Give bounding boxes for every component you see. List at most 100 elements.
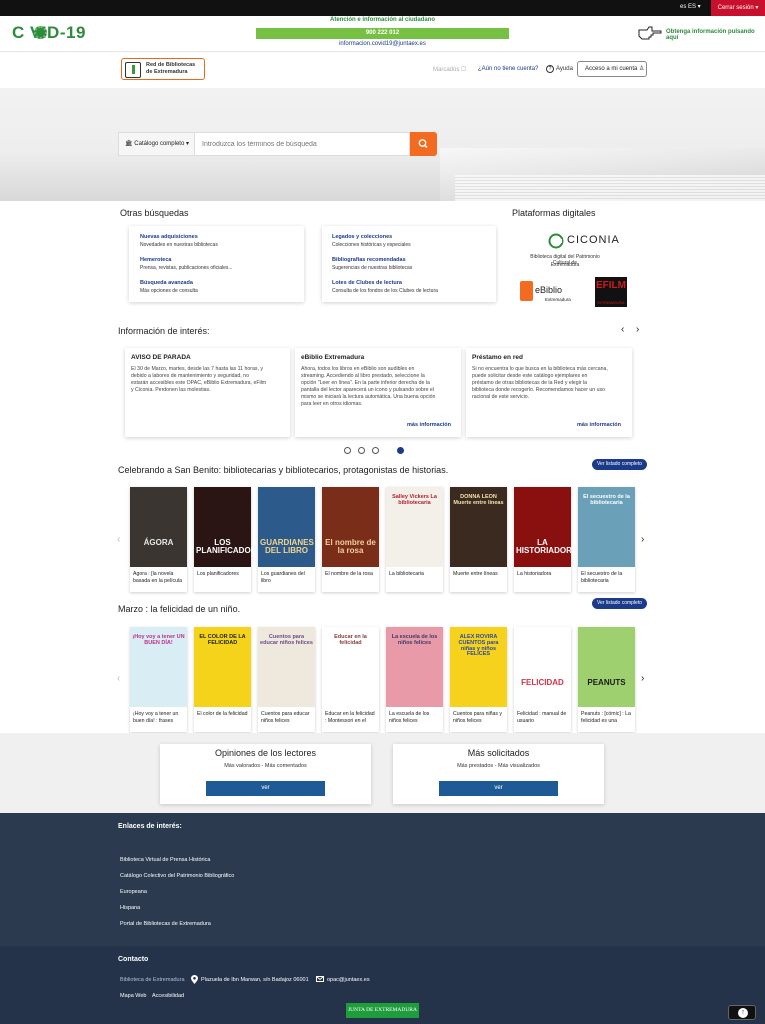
collections-link[interactable]: Legados y colecciones: [332, 234, 392, 240]
book-cover[interactable]: ¡Hoy voy a tener UN BUEN DÍA!: [130, 627, 187, 707]
book-cover[interactable]: EL COLOR DE LA FELICIDAD: [194, 627, 251, 707]
pointing-hand-icon[interactable]: [638, 26, 662, 40]
covid-logo[interactable]: C VID-19: [12, 23, 86, 43]
footer-link[interactable]: Portal de Bibliotecas de Extremadura: [120, 921, 211, 927]
book-card[interactable]: Cuentos para educar niños felices Cuentos…: [258, 627, 315, 732]
book-title[interactable]: Muerte entre líneas: [453, 571, 505, 578]
book-card[interactable]: La escuela de los niños felices La escuel…: [386, 627, 443, 732]
shelf-prev-arrow[interactable]: ‹: [117, 673, 120, 684]
back-to-top-button[interactable]: ↑: [728, 1005, 756, 1020]
efilm-logo[interactable]: EFILM EXTREMADURA: [595, 277, 627, 307]
book-card[interactable]: ALEX ROVIRA CUENTOS para niñas y niños F…: [450, 627, 507, 732]
shelf-next-arrow[interactable]: ›: [641, 534, 644, 545]
book-title[interactable]: La escuela de los niños felices: [389, 711, 441, 725]
most-requested-view-button[interactable]: ver: [439, 781, 558, 796]
help-icon[interactable]: ?: [546, 65, 554, 73]
logout-button[interactable]: Cerrar sesión ▾: [711, 0, 765, 16]
carousel-dot[interactable]: [372, 447, 379, 454]
reading-clubs-link[interactable]: Lotes de Clubes de lectura: [332, 280, 402, 286]
book-cover[interactable]: Salley Vickers La bibliotecaria: [386, 487, 443, 567]
book-cover[interactable]: Cuentos para educar niños felices: [258, 627, 315, 707]
most-requested-subtitle[interactable]: Más prestados - Más visualizados: [393, 763, 604, 769]
book-cover[interactable]: El secuestro de la bibliotecaria: [578, 487, 635, 567]
advanced-search-link[interactable]: Búsqueda avanzada: [140, 280, 193, 286]
book-cover[interactable]: ALEX ROVIRA CUENTOS para niñas y niños F…: [450, 627, 507, 707]
book-card[interactable]: ¡Hoy voy a tener UN BUEN DÍA! ¡Hoy voy a …: [130, 627, 187, 732]
book-cover[interactable]: ÁGORA: [130, 487, 187, 567]
book-cover[interactable]: LOS PLANIFICADORES: [194, 487, 267, 567]
book-title[interactable]: Felicidad : manual de usuario: [517, 711, 569, 725]
book-title[interactable]: Los guardianes del libro: [261, 571, 313, 585]
carousel-dot-active[interactable]: [397, 447, 404, 454]
footer-link[interactable]: Catálogo Colectivo del Patrimonio Biblio…: [120, 873, 234, 879]
book-cover[interactable]: El nombre de la rosa: [322, 487, 379, 567]
book-title[interactable]: La historiadora: [517, 571, 569, 578]
contact-email-link[interactable]: opac@juntaex.es: [327, 977, 370, 983]
carousel-dot[interactable]: [358, 447, 365, 454]
account-login-button[interactable]: Acceso a mi cuenta ♙: [577, 61, 647, 77]
opinions-view-button[interactable]: ver: [206, 781, 325, 796]
book-cover[interactable]: PEANUTS: [578, 627, 635, 707]
language-selector[interactable]: es ES ▾: [680, 3, 701, 10]
catalog-select[interactable]: 🏛 Catálogo completo ▾: [118, 132, 195, 156]
book-title[interactable]: ¡Hoy voy a tener un buen día! : frases: [133, 711, 185, 725]
book-title[interactable]: El color de la felicidad: [197, 711, 249, 718]
book-title[interactable]: Agora : [la novela basada en la película: [133, 571, 185, 585]
shelf-prev-arrow[interactable]: ‹: [117, 534, 120, 545]
ciconia-link[interactable]: CICONIA: [567, 234, 620, 246]
covid-phone[interactable]: 900 222 012: [256, 28, 509, 39]
book-title[interactable]: Educar en la felicidad : Montessori en e…: [325, 711, 377, 725]
view-full-list-button[interactable]: Ver listado completo: [592, 459, 647, 470]
book-cover[interactable]: LA HISTORIADORA: [514, 487, 578, 567]
book-title[interactable]: La bibliotecaria: [389, 571, 441, 578]
accessibility-link[interactable]: Accesibilidad: [152, 993, 184, 999]
book-cover[interactable]: DONNA LEON Muerte entre líneas: [450, 487, 507, 567]
book-card[interactable]: Educar en la felicidad Educar en la felic…: [322, 627, 379, 732]
search-button[interactable]: [410, 132, 437, 156]
book-card[interactable]: Salley Vickers La bibliotecaria La biblio…: [386, 487, 443, 592]
book-card[interactable]: LOS PLANIFICADORES Los planificadores: [194, 487, 267, 592]
news-next-arrow[interactable]: ›: [636, 324, 639, 335]
covid-info-link[interactable]: Obtenga información pulsando aquí: [666, 29, 765, 41]
news-more-link[interactable]: más información: [577, 422, 621, 428]
news-prev-arrow[interactable]: ‹: [621, 324, 624, 335]
book-title[interactable]: Peanuts : [cómic] : La felicidad es una: [581, 711, 633, 725]
book-title[interactable]: Cuentos para educar niños felices: [261, 711, 313, 725]
book-card[interactable]: GUARDIANES DEL LIBRO Los guardianes del l…: [258, 487, 315, 592]
newspaper-archive-link[interactable]: Hemeroteca: [140, 257, 172, 263]
view-full-list-button[interactable]: Ver listado completo: [592, 598, 647, 609]
shelf-next-arrow[interactable]: ›: [641, 673, 644, 684]
footer-link[interactable]: Biblioteca Virtual de Prensa Histórica: [120, 857, 210, 863]
book-card[interactable]: PEANUTS Peanuts : [cómic] : La felicidad …: [578, 627, 635, 732]
help-link[interactable]: Ayuda: [556, 66, 573, 72]
register-link[interactable]: ¿Aún no tiene cuenta?: [478, 66, 538, 72]
book-card[interactable]: LA HISTORIADORA La historiadora: [514, 487, 578, 592]
book-card[interactable]: ÁGORA Agora : [la novela basada en la pel…: [130, 487, 187, 592]
book-cover[interactable]: GUARDIANES DEL LIBRO: [258, 487, 315, 567]
book-card[interactable]: El secuestro de la bibliotecaria El secue…: [578, 487, 635, 592]
sitemap-link[interactable]: Mapa Web: [120, 993, 147, 999]
book-card[interactable]: El nombre de la rosa El nombre de la rosa: [322, 487, 379, 592]
book-card[interactable]: FELICIDAD Felicidad : manual de usuario: [514, 627, 571, 732]
new-acquisitions-link[interactable]: Nuevas adquisiciones: [140, 234, 198, 240]
carousel-dot[interactable]: [344, 447, 351, 454]
book-title[interactable]: Los planificadores: [197, 571, 249, 578]
book-cover[interactable]: Educar en la felicidad: [322, 627, 379, 707]
ebiblio-link[interactable]: eBiblio: [535, 285, 562, 295]
book-title[interactable]: El nombre de la rosa: [325, 571, 377, 578]
opinions-subtitle[interactable]: Más valorados - Más comentados: [160, 763, 371, 769]
footer-link[interactable]: Hispana: [120, 905, 140, 911]
book-card[interactable]: EL COLOR DE LA FELICIDAD El color de la f…: [194, 627, 251, 732]
junta-extremadura-logo[interactable]: JUNTA DE EXTREMADURA: [346, 1003, 419, 1018]
book-title[interactable]: Cuentos para niñas y niños felices: [453, 711, 505, 725]
news-more-link[interactable]: más información: [407, 422, 451, 428]
covid-email-link[interactable]: informacion.covid19@juntaex.es: [256, 41, 509, 47]
footer-link[interactable]: Europeana: [120, 889, 147, 895]
book-cover[interactable]: La escuela de los niños felices: [386, 627, 443, 707]
book-card[interactable]: DONNA LEON Muerte entre líneas Muerte ent…: [450, 487, 507, 592]
marked-items-link[interactable]: Marcados ☐: [433, 66, 466, 73]
search-input[interactable]: [195, 132, 410, 156]
library-network-logo[interactable]: Red de Bibliotecas de Extremadura: [121, 58, 205, 80]
book-cover[interactable]: FELICIDAD: [514, 627, 571, 707]
recommended-bibliographies-link[interactable]: Bibliografías recomendadas: [332, 257, 406, 263]
